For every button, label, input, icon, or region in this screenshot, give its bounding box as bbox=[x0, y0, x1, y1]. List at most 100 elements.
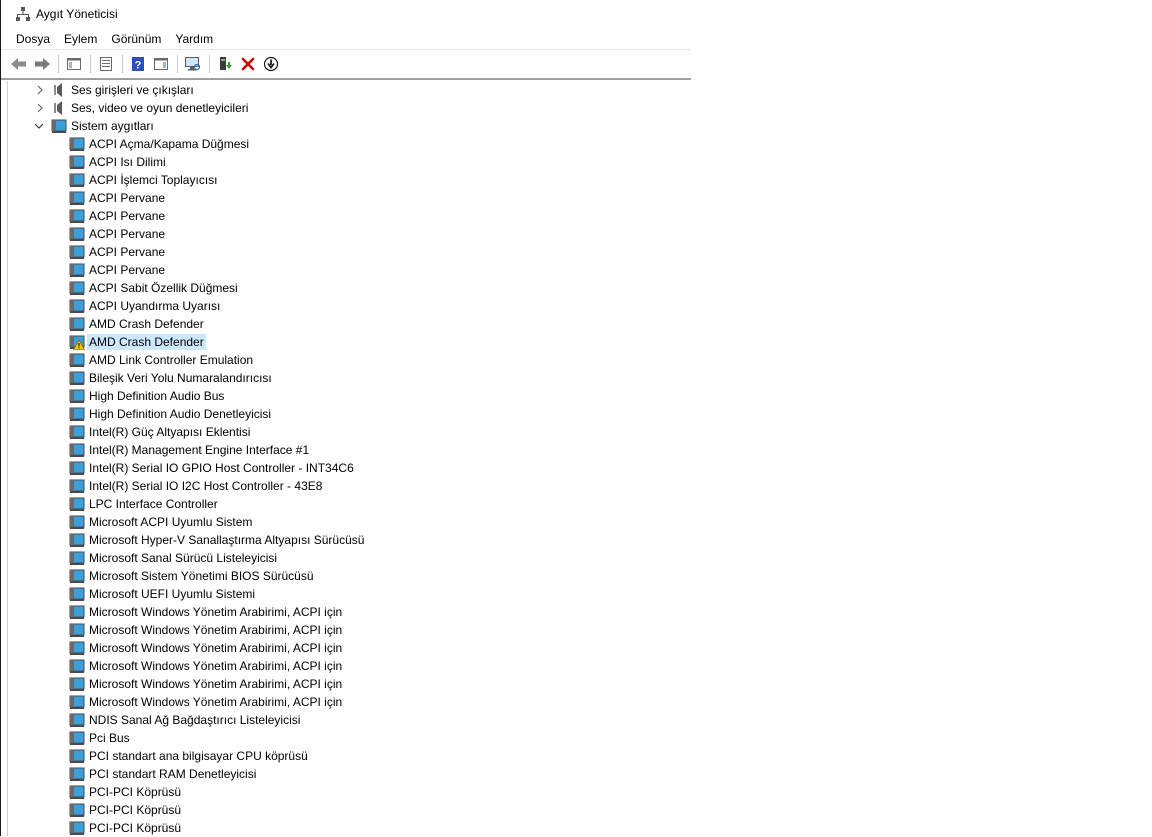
device-label: ACPI İşlemci Toplayıcısı bbox=[89, 173, 218, 187]
category-ses-girisleri[interactable]: Ses girişleri ve çıkışları bbox=[8, 81, 692, 99]
device-row[interactable]: ACPI Pervane bbox=[8, 261, 692, 279]
device-row[interactable]: ACPI Pervane bbox=[8, 189, 692, 207]
help-icon: ? bbox=[132, 57, 144, 72]
device-row[interactable]: Microsoft Sistem Yönetimi BIOS Sürücüsü bbox=[8, 567, 692, 585]
disable-device-icon bbox=[263, 56, 279, 72]
menu-dosya[interactable]: Dosya bbox=[9, 30, 57, 48]
scan-hardware-button[interactable] bbox=[183, 54, 203, 74]
device-row[interactable]: PCI-PCI Köprüsü bbox=[8, 801, 692, 819]
device-label: PCI-PCI Köprüsü bbox=[89, 803, 182, 817]
menu-gorunum[interactable]: Görünüm bbox=[104, 30, 168, 48]
category-ses-video-oyun[interactable]: Ses, video ve oyun denetleyicileri bbox=[8, 99, 692, 117]
system-device-icon bbox=[69, 749, 85, 763]
toolbar-separator bbox=[90, 55, 91, 73]
update-driver-button[interactable] bbox=[215, 54, 235, 74]
system-devices-list: ACPI Açma/Kapama Düğmesi ACPI Isı Dilimi A… bbox=[8, 135, 692, 837]
device-label: Microsoft Hyper-V Sanallaştırma Altyapıs… bbox=[89, 533, 365, 547]
device-row[interactable]: ACPI Pervane bbox=[8, 207, 692, 225]
device-row[interactable]: AMD Crash Defender bbox=[8, 315, 692, 333]
system-device-icon bbox=[69, 389, 85, 403]
device-row[interactable]: Intel(R) Management Engine Interface #1 bbox=[8, 441, 692, 459]
device-row[interactable]: Microsoft Windows Yönetim Arabirimi, ACP… bbox=[8, 639, 692, 657]
device-row[interactable]: Microsoft Windows Yönetim Arabirimi, ACP… bbox=[8, 693, 692, 711]
device-row[interactable]: Intel(R) Serial IO I2C Host Controller -… bbox=[8, 477, 692, 495]
device-row[interactable]: Microsoft Windows Yönetim Arabirimi, ACP… bbox=[8, 675, 692, 693]
chevron-right-icon[interactable] bbox=[35, 103, 45, 113]
menu-bar: Dosya Eylem Görünüm Yardım bbox=[1, 28, 691, 50]
device-label: ACPI Uyandırma Uyarısı bbox=[89, 299, 221, 313]
help-button[interactable]: ? bbox=[128, 54, 148, 74]
device-label: PCI standart ana bilgisayar CPU köprüsü bbox=[89, 749, 308, 763]
category-sistem-aygitlari[interactable]: Sistem aygıtları bbox=[8, 117, 692, 135]
device-row[interactable]: Intel(R) Güç Altyapısı Eklentisi bbox=[8, 423, 692, 441]
device-row[interactable]: Microsoft Windows Yönetim Arabirimi, ACP… bbox=[8, 657, 692, 675]
device-row[interactable]: ACPI Pervane bbox=[8, 243, 692, 261]
chevron-right-icon[interactable] bbox=[35, 85, 45, 95]
menu-yardim[interactable]: Yardım bbox=[168, 30, 220, 48]
device-row[interactable]: High Definition Audio Bus bbox=[8, 387, 692, 405]
device-row[interactable]: ACPI Açma/Kapama Düğmesi bbox=[8, 135, 692, 153]
device-label: Microsoft Windows Yönetim Arabirimi, ACP… bbox=[89, 659, 343, 673]
device-row[interactable]: High Definition Audio Denetleyicisi bbox=[8, 405, 692, 423]
properties-button[interactable] bbox=[96, 54, 116, 74]
system-device-icon bbox=[69, 551, 85, 565]
system-device-icon bbox=[69, 407, 85, 421]
show-hide-console-tree-button[interactable] bbox=[64, 54, 84, 74]
device-row[interactable]: Microsoft Sanal Sürücü Listeleyicisi bbox=[8, 549, 692, 567]
device-row[interactable]: LPC Interface Controller bbox=[8, 495, 692, 513]
device-manager-window: Aygıt Yöneticisi Dosya Eylem Görünüm Yar… bbox=[0, 0, 691, 836]
chevron-down-icon[interactable] bbox=[34, 121, 44, 131]
device-row[interactable]: NDIS Sanal Ağ Bağdaştırıcı Listeleyicisi bbox=[8, 711, 692, 729]
system-device-icon bbox=[69, 641, 85, 655]
device-row[interactable]: Microsoft Windows Yönetim Arabirimi, ACP… bbox=[8, 621, 692, 639]
device-row[interactable]: ACPI Sabit Özellik Düğmesi bbox=[8, 279, 692, 297]
device-row[interactable]: ACPI Pervane bbox=[8, 225, 692, 243]
device-row[interactable]: Microsoft ACPI Uyumlu Sistem bbox=[8, 513, 692, 531]
system-device-icon bbox=[69, 623, 85, 637]
disable-device-button[interactable] bbox=[261, 54, 281, 74]
device-label: PCI standart RAM Denetleyicisi bbox=[89, 767, 257, 781]
device-row[interactable]: ACPI İşlemci Toplayıcısı bbox=[8, 171, 692, 189]
device-label: Pci Bus bbox=[89, 731, 130, 745]
device-row[interactable]: ACPI Uyandırma Uyarısı bbox=[8, 297, 692, 315]
device-label: Intel(R) Serial IO GPIO Host Controller … bbox=[89, 461, 354, 475]
menu-eylem[interactable]: Eylem bbox=[57, 30, 104, 48]
system-device-icon bbox=[69, 227, 85, 241]
device-warning-icon bbox=[69, 335, 85, 350]
system-device-icon bbox=[69, 533, 85, 547]
back-arrow-icon bbox=[11, 58, 26, 70]
svg-text:?: ? bbox=[135, 60, 142, 72]
device-row[interactable]: PCI standart ana bilgisayar CPU köprüsü bbox=[8, 747, 692, 765]
device-label: ACPI Sabit Özellik Düğmesi bbox=[89, 281, 238, 295]
device-row[interactable]: PCI-PCI Köprüsü bbox=[8, 819, 692, 837]
forward-button[interactable] bbox=[32, 54, 52, 74]
uninstall-device-button[interactable] bbox=[238, 54, 258, 74]
device-row[interactable]: PCI standart RAM Denetleyicisi bbox=[8, 765, 692, 783]
device-row[interactable]: Intel(R) Serial IO GPIO Host Controller … bbox=[8, 459, 692, 477]
device-row[interactable]: Microsoft Windows Yönetim Arabirimi, ACP… bbox=[8, 603, 692, 621]
device-label: ACPI Pervane bbox=[89, 263, 166, 277]
device-row[interactable]: Microsoft UEFI Uyumlu Sistemi bbox=[8, 585, 692, 603]
device-label: Intel(R) Serial IO I2C Host Controller -… bbox=[89, 479, 323, 493]
system-device-icon bbox=[69, 317, 85, 331]
device-row[interactable]: Pci Bus bbox=[8, 729, 692, 747]
device-row[interactable]: PCI-PCI Köprüsü bbox=[8, 783, 692, 801]
system-device-icon bbox=[69, 605, 85, 619]
device-row[interactable]: Bileşik Veri Yolu Numaralandırıcısı bbox=[8, 369, 692, 387]
back-button[interactable] bbox=[9, 54, 29, 74]
device-row[interactable]: AMD Link Controller Emulation bbox=[8, 351, 692, 369]
device-label: LPC Interface Controller bbox=[89, 497, 218, 511]
toolbar: ? bbox=[1, 50, 691, 80]
device-label: NDIS Sanal Ağ Bağdaştırıcı Listeleyicisi bbox=[89, 713, 301, 727]
category-label: Sistem aygıtları bbox=[71, 119, 154, 133]
device-row[interactable]: Microsoft Hyper-V Sanallaştırma Altyapıs… bbox=[8, 531, 692, 549]
device-row[interactable]: AMD Crash Defender bbox=[8, 333, 692, 351]
device-label: Microsoft Windows Yönetim Arabirimi, ACP… bbox=[89, 695, 343, 709]
device-label: Microsoft UEFI Uyumlu Sistemi bbox=[89, 587, 256, 601]
device-label: Microsoft Windows Yönetim Arabirimi, ACP… bbox=[89, 641, 343, 655]
update-driver-icon bbox=[220, 57, 232, 70]
action-pane-button[interactable] bbox=[151, 54, 171, 74]
device-row[interactable]: ACPI Isı Dilimi bbox=[8, 153, 692, 171]
system-device-icon bbox=[69, 659, 85, 673]
speaker-icon bbox=[54, 83, 62, 97]
